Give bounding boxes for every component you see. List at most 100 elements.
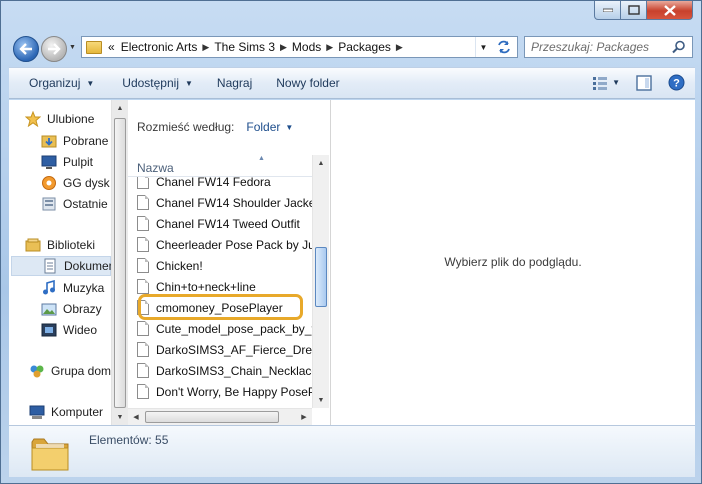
scroll-up-icon[interactable]: ▲ [313,155,329,171]
file-icon [137,363,149,378]
recent-pages-dropdown-icon[interactable]: ▼ [69,44,77,54]
burn-button[interactable]: Nagraj [217,76,252,90]
scroll-down-icon[interactable]: ▼ [112,409,128,425]
new-folder-button[interactable]: Nowy folder [276,76,339,90]
scrollbar-thumb[interactable] [315,247,327,307]
file-name: DarkoSIMS3_Chain_Necklace [156,363,312,378]
breadcrumb-separator-icon[interactable]: ▶ [280,42,287,53]
scrollbar-thumb[interactable] [145,411,279,423]
explorer-window: ▼ « Electronic Arts ▶ The Sims 3 ▶ Mods … [0,0,702,484]
breadcrumb-separator-icon[interactable]: ▶ [396,42,403,53]
file-icon [137,216,149,231]
scroll-right-icon[interactable]: ▶ [296,409,312,425]
scroll-down-icon[interactable]: ▼ [313,392,329,408]
maximize-icon [627,5,640,15]
scroll-left-icon[interactable]: ◀ [128,409,144,425]
file-item[interactable]: DarkoSIMS3_AF_Fierce_Dress [137,339,312,360]
arrow-left-icon [19,43,32,55]
preview-message: Wybierz plik do podglądu. [444,255,582,269]
star-icon [25,111,41,127]
minimize-button[interactable] [594,1,621,20]
videos-icon [41,322,57,338]
chevron-down-icon[interactable]: ▼ [285,123,293,132]
breadcrumb-item[interactable]: Mods [292,40,321,54]
file-list-scrollbar[interactable]: ▲ ▼ [312,155,329,408]
file-item[interactable]: Chanel FW14 Fedora [137,177,312,192]
maximize-button[interactable] [621,1,647,20]
arrange-by: Rozmieść według: Folder ▼ [137,120,293,134]
details-pane: Elementów: 55 [9,425,695,477]
breadcrumb-separator-icon[interactable]: ▶ [326,42,333,53]
nav-label: Biblioteki [47,238,96,252]
file-item[interactable]: Cute_model_pose_pack_by_flowerchild [137,318,312,339]
back-button[interactable] [13,36,39,62]
file-icon [137,177,149,189]
file-icon [137,258,149,273]
file-list-horizontal-scrollbar[interactable]: ◀ ▶ [128,408,312,425]
file-item[interactable]: Chanel FW14 Tweed Outfit [137,213,312,234]
organize-button[interactable]: Organizuj ▼ [29,76,94,90]
breadcrumb-item[interactable]: Electronic Arts [121,40,198,54]
navigation-scrollbar[interactable]: ▲ ▼ [111,100,128,425]
column-header-name[interactable]: Nazwa ▲ [128,155,312,177]
minimize-icon [602,8,613,12]
file-item[interactable]: Don't Worry, Be Happy PosePack [137,381,312,402]
breadcrumb-item[interactable]: The Sims 3 [214,40,275,54]
nav-item-pictures[interactable]: Obrazy [41,299,102,319]
nav-item-music[interactable]: Muzyka [41,278,104,298]
nav-item-recent[interactable]: Ostatnie [41,194,108,214]
forward-button[interactable] [41,36,67,62]
search-input[interactable] [531,40,671,54]
scroll-up-icon[interactable]: ▲ [112,100,128,116]
nav-favorites[interactable]: Ulubione [25,109,94,129]
search-icon[interactable] [672,40,686,54]
nav-label: GG dysk [63,176,110,190]
nav-label: Grupa domowa [51,364,111,378]
nav-item-documents[interactable]: Dokumenty [11,256,111,276]
nav-label: Ulubione [47,112,95,126]
sort-ascending-icon: ▲ [258,155,265,162]
file-item[interactable]: Chicken! [137,255,312,276]
file-name: Chanel FW14 Fedora [156,177,271,189]
change-view-icon[interactable] [592,76,608,90]
homegroup-icon [29,363,45,379]
file-item[interactable]: Chanel FW14 Shoulder Jacket [137,192,312,213]
file-list: Chanel FW14 Fedora Chanel FW14 Shoulder … [128,177,312,405]
file-icon [137,237,149,252]
breadcrumb-overflow[interactable]: « [108,40,115,54]
scrollbar-thumb[interactable] [114,118,126,408]
breadcrumb-separator-icon[interactable]: ▶ [202,42,209,53]
nav-item-videos[interactable]: Wideo [41,320,97,340]
chevron-down-icon: ▼ [86,78,95,88]
share-button[interactable]: Udostępnij ▼ [122,76,193,90]
address-dropdown-icon[interactable]: ▼ [475,37,491,57]
file-name: Cheerleader Pose Pack by JuBeH [156,237,312,252]
nav-item-downloads[interactable]: Pobrane [41,131,108,151]
refresh-button[interactable] [492,37,516,57]
nav-item-gg-disk[interactable]: GG dysk [41,173,110,193]
organize-label: Organizuj [29,76,81,90]
nav-item-desktop[interactable]: Pulpit [41,152,93,172]
nav-homegroup[interactable]: Grupa domowa [29,361,111,381]
nav-label: Obrazy [63,302,102,316]
nav-libraries[interactable]: Biblioteki [25,235,95,255]
address-bar[interactable]: « Electronic Arts ▶ The Sims 3 ▶ Mods ▶ … [81,36,518,58]
file-item[interactable]: DarkoSIMS3_Chain_Necklace [137,360,312,381]
nav-computer[interactable]: Komputer [29,402,103,422]
pictures-icon [41,301,57,317]
new-folder-label: Nowy folder [276,76,340,90]
file-item[interactable]: Cheerleader Pose Pack by JuBeH [137,234,312,255]
file-name: Chanel FW14 Tweed Outfit [156,216,300,231]
view-dropdown-icon[interactable]: ▼ [612,78,620,87]
arrange-by-dropdown[interactable]: Folder [246,120,280,134]
nav-label: Wideo [63,323,98,337]
refresh-icon [498,40,510,54]
libraries-icon [25,237,41,253]
preview-pane-icon[interactable] [636,74,652,91]
folder-icon [31,438,69,471]
breadcrumb-item[interactable]: Packages [338,40,391,54]
downloads-folder-icon [41,133,57,149]
help-icon[interactable]: ? [668,74,685,91]
close-button[interactable] [647,1,693,20]
navigation-pane: Ulubione Pobrane Pulpit GG dysk Ostatnie… [9,100,111,425]
